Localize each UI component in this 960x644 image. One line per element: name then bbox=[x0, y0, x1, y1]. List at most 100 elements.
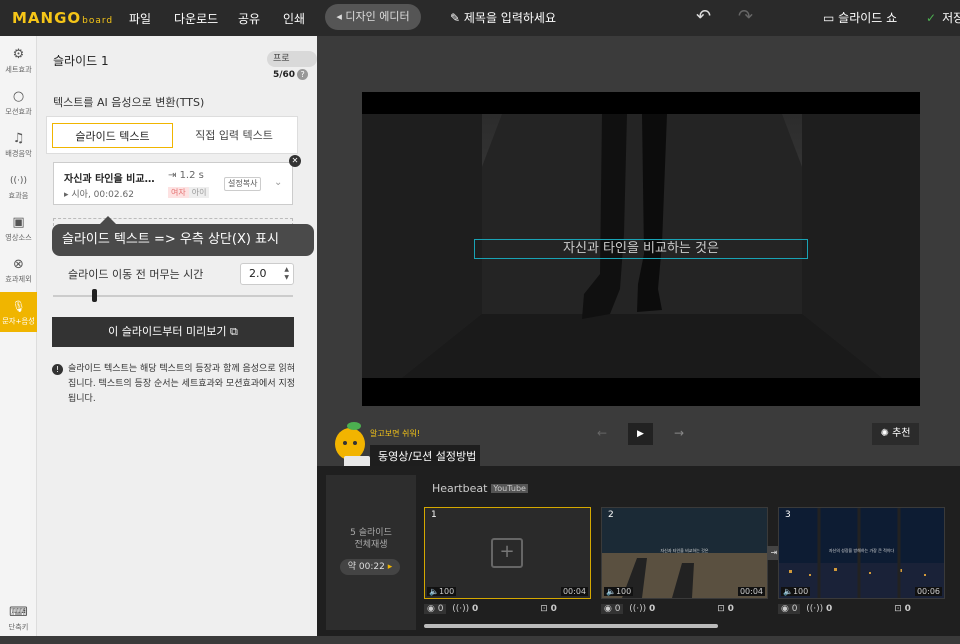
recommend-label: 추천 bbox=[892, 428, 911, 439]
add-video-icon[interactable]: + bbox=[491, 538, 523, 568]
monitor-icon: ▭ bbox=[823, 11, 839, 25]
tab-direct-input-text[interactable]: 직접 입력 텍스트 bbox=[175, 123, 293, 148]
eye-icon: ◉ bbox=[781, 604, 792, 614]
tts-item-card[interactable]: 자신과 타인을 비교… ▸ 시아, 00:02.62 ⇥ 1.2 s 여자 아이 … bbox=[53, 162, 293, 205]
slide-thumbnail-3[interactable]: 3 자신의 성장을 방해하는 가장 큰 적이다 🔈100 00:06 bbox=[778, 507, 945, 599]
sidebar-item-motion-effect[interactable]: ○ 모션효과 bbox=[0, 82, 37, 128]
slide-1-controls: ◉ 0 ((·)) 0 ⊡ 0 bbox=[424, 604, 557, 614]
slide-3-controls: ◉ 0 ((·)) 0 ⊡ 0 bbox=[778, 604, 911, 614]
sidebar-label: 모션효과 bbox=[5, 107, 32, 116]
slide-volume[interactable]: 🔈100 bbox=[427, 587, 457, 596]
sound-wave-icon[interactable]: ((·)) bbox=[452, 604, 472, 614]
timeline-scrollbar[interactable] bbox=[424, 624, 718, 628]
sound-wave-icon[interactable]: ((·)) bbox=[806, 604, 826, 614]
move-time-slider-track[interactable] bbox=[53, 295, 293, 297]
chevron-down-icon[interactable]: ⌄ bbox=[274, 177, 282, 188]
stepper-arrows-icon[interactable]: ▲ ▼ bbox=[284, 266, 289, 282]
keyboard-icon: ⌨ bbox=[9, 605, 28, 620]
pro-label: 프로 bbox=[273, 54, 290, 64]
slide-volume[interactable]: 🔈100 bbox=[781, 587, 811, 596]
external-link-icon: ⧉ bbox=[226, 325, 238, 338]
play-all-panel[interactable]: 5 슬라이드 전체재생 약 00:22 ▸ bbox=[326, 475, 416, 630]
music-icon: ♫ bbox=[12, 131, 25, 146]
transition-icon[interactable]: ⊡ bbox=[717, 604, 727, 614]
copy-settings-button[interactable]: 설정복사 bbox=[224, 177, 262, 191]
tts-duration: ⇥ 1.2 s bbox=[168, 170, 204, 181]
close-icon[interactable]: ✕ bbox=[289, 155, 301, 167]
sound-wave-icon[interactable]: ((·)) bbox=[629, 604, 649, 614]
bgm-track[interactable]: Heartbeat YouTube bbox=[432, 482, 528, 495]
tag-female: 여자 bbox=[168, 187, 189, 198]
transition-icon[interactable]: ⊡ bbox=[894, 604, 904, 614]
sidebar-item-shortcuts[interactable]: ⌨ 단축키 bbox=[0, 598, 37, 644]
sidebar-item-set-effect[interactable]: ⚙ 세트효과 bbox=[0, 40, 37, 86]
play-button[interactable]: ▶ bbox=[628, 423, 653, 445]
effect-toggle[interactable]: ◉ 0 bbox=[778, 604, 801, 614]
move-time-slider-handle[interactable] bbox=[92, 289, 97, 302]
tts-item-text: 자신과 타인을 비교… bbox=[64, 174, 155, 185]
tab-slide-text[interactable]: 슬라이드 텍스트 bbox=[52, 123, 173, 148]
menu-file[interactable]: 파일 bbox=[129, 10, 151, 27]
mango-mascot-icon bbox=[335, 422, 370, 470]
check-icon: ✓ bbox=[926, 11, 937, 25]
sidebar-label: 효과제외 bbox=[5, 275, 32, 284]
slide-volume[interactable]: 🔈100 bbox=[604, 587, 634, 596]
sidebar-item-video-source[interactable]: ▣ 영상소스 bbox=[0, 208, 37, 254]
effect-toggle[interactable]: ◉ 0 bbox=[601, 604, 624, 614]
forward-icon: ⇥ bbox=[168, 170, 180, 181]
sidebar-label: 효과음 bbox=[8, 191, 29, 200]
help-icon[interactable]: ? bbox=[297, 69, 309, 80]
mango-board-logo[interactable]: MANGOboard bbox=[12, 9, 113, 27]
sidebar-item-bgm[interactable]: ♫ 배경음악 bbox=[0, 124, 37, 170]
tooltip-callout: 슬라이드 텍스트 => 우측 상단(X) 표시 bbox=[52, 216, 314, 256]
save-button[interactable]: ✓ 저장 bbox=[926, 9, 960, 26]
slide-thumbnail-2[interactable]: 2 자신과 타인을 비교하는 것은 🔈100 00:04 bbox=[601, 507, 768, 599]
sfx-count: 0 bbox=[471, 604, 479, 614]
design-editor-button[interactable]: ◂ 디자인 에디터 bbox=[325, 4, 421, 30]
youtube-icon: YouTube bbox=[491, 484, 528, 493]
move-time-stepper[interactable]: 2.0 ▲ ▼ bbox=[240, 263, 294, 285]
left-sidebar: ⚙ 세트효과 ○ 모션효과 ♫ 배경음악 ((·)) 효과음 ▣ 영상소스 ⊗ 효과제외 🎙… bbox=[0, 36, 37, 636]
sfx-count: 0 bbox=[825, 604, 833, 614]
transition-icon[interactable]: ⊡ bbox=[540, 604, 550, 614]
menu-share[interactable]: 공유 bbox=[238, 10, 260, 27]
sound-wave-icon: ((·)) bbox=[10, 176, 27, 186]
effect-count: 0 bbox=[437, 604, 444, 614]
slide-thumbnail-1[interactable]: 1 + 🔈100 00:04 bbox=[424, 507, 591, 599]
top-bar: MANGOboard 파일 다운로드 공유 인쇄 ◂ 디자인 에디터 ✎ 제목을… bbox=[0, 0, 960, 36]
previous-slide-icon[interactable]: ← bbox=[597, 426, 607, 440]
slideshow-label: 슬라이드 쇼 bbox=[838, 11, 898, 25]
transition-count: 0 bbox=[727, 604, 734, 614]
slide-caption-text[interactable]: 자신과 타인을 비교하는 것은 bbox=[474, 239, 808, 259]
slide-canvas[interactable]: 자신과 타인을 비교하는 것은 bbox=[362, 92, 920, 406]
gear-icon: ⚙ bbox=[12, 47, 25, 62]
next-slide-icon[interactable]: → bbox=[674, 426, 684, 440]
sidebar-item-exclude-effect[interactable]: ⊗ 효과제외 bbox=[0, 250, 37, 296]
info-text: 슬라이드 텍스트는 해당 텍스트의 등장과 함께 음성으로 읽혀집니다. 텍스트… bbox=[68, 364, 296, 404]
save-label: 저장 bbox=[942, 11, 960, 25]
preview-from-slide-button[interactable]: 이 슬라이드부터 미리보기 ⧉ bbox=[52, 317, 294, 347]
sidebar-item-text-voice[interactable]: 🎙 문자+음성 bbox=[0, 292, 37, 332]
menu-print[interactable]: 인쇄 bbox=[283, 10, 305, 27]
recommend-button[interactable]: ✺ 추천 bbox=[872, 423, 919, 445]
title-placeholder: 제목을 입력하세요 bbox=[463, 11, 557, 25]
info-icon: ! bbox=[52, 364, 63, 375]
redo-icon[interactable]: ↷ bbox=[738, 6, 753, 27]
title-input[interactable]: ✎ 제목을 입력하세요 bbox=[450, 9, 556, 26]
effect-toggle[interactable]: ◉ 0 bbox=[424, 604, 447, 614]
slide-volume-value: 100 bbox=[615, 587, 632, 596]
info-note: ! 슬라이드 텍스트는 해당 텍스트의 등장과 함께 음성으로 읽혀집니다. 텍스… bbox=[52, 362, 296, 407]
sidebar-item-sound-effect[interactable]: ((·)) 효과음 bbox=[0, 166, 37, 212]
play-icon: ▸ bbox=[387, 562, 393, 572]
tts-voice-label: 시아, 00:02.62 bbox=[71, 190, 134, 200]
slide-duration: 00:04 bbox=[737, 587, 765, 596]
move-time-label: 슬라이드 이동 전 머무는 시간 bbox=[68, 268, 204, 281]
sidebar-label: 단축키 bbox=[8, 623, 29, 632]
effect-count: 0 bbox=[791, 604, 798, 614]
slide-caption-preview: 자신의 성장을 방해하는 가장 큰 적이다 bbox=[828, 548, 895, 553]
total-duration-badge[interactable]: 약 00:22 ▸ bbox=[340, 559, 400, 575]
undo-icon[interactable]: ↶ bbox=[696, 6, 711, 27]
slideshow-button[interactable]: ▭ 슬라이드 쇼 bbox=[823, 9, 897, 26]
panel-title: 슬라이드 1 bbox=[53, 54, 109, 68]
menu-download[interactable]: 다운로드 bbox=[174, 10, 218, 27]
